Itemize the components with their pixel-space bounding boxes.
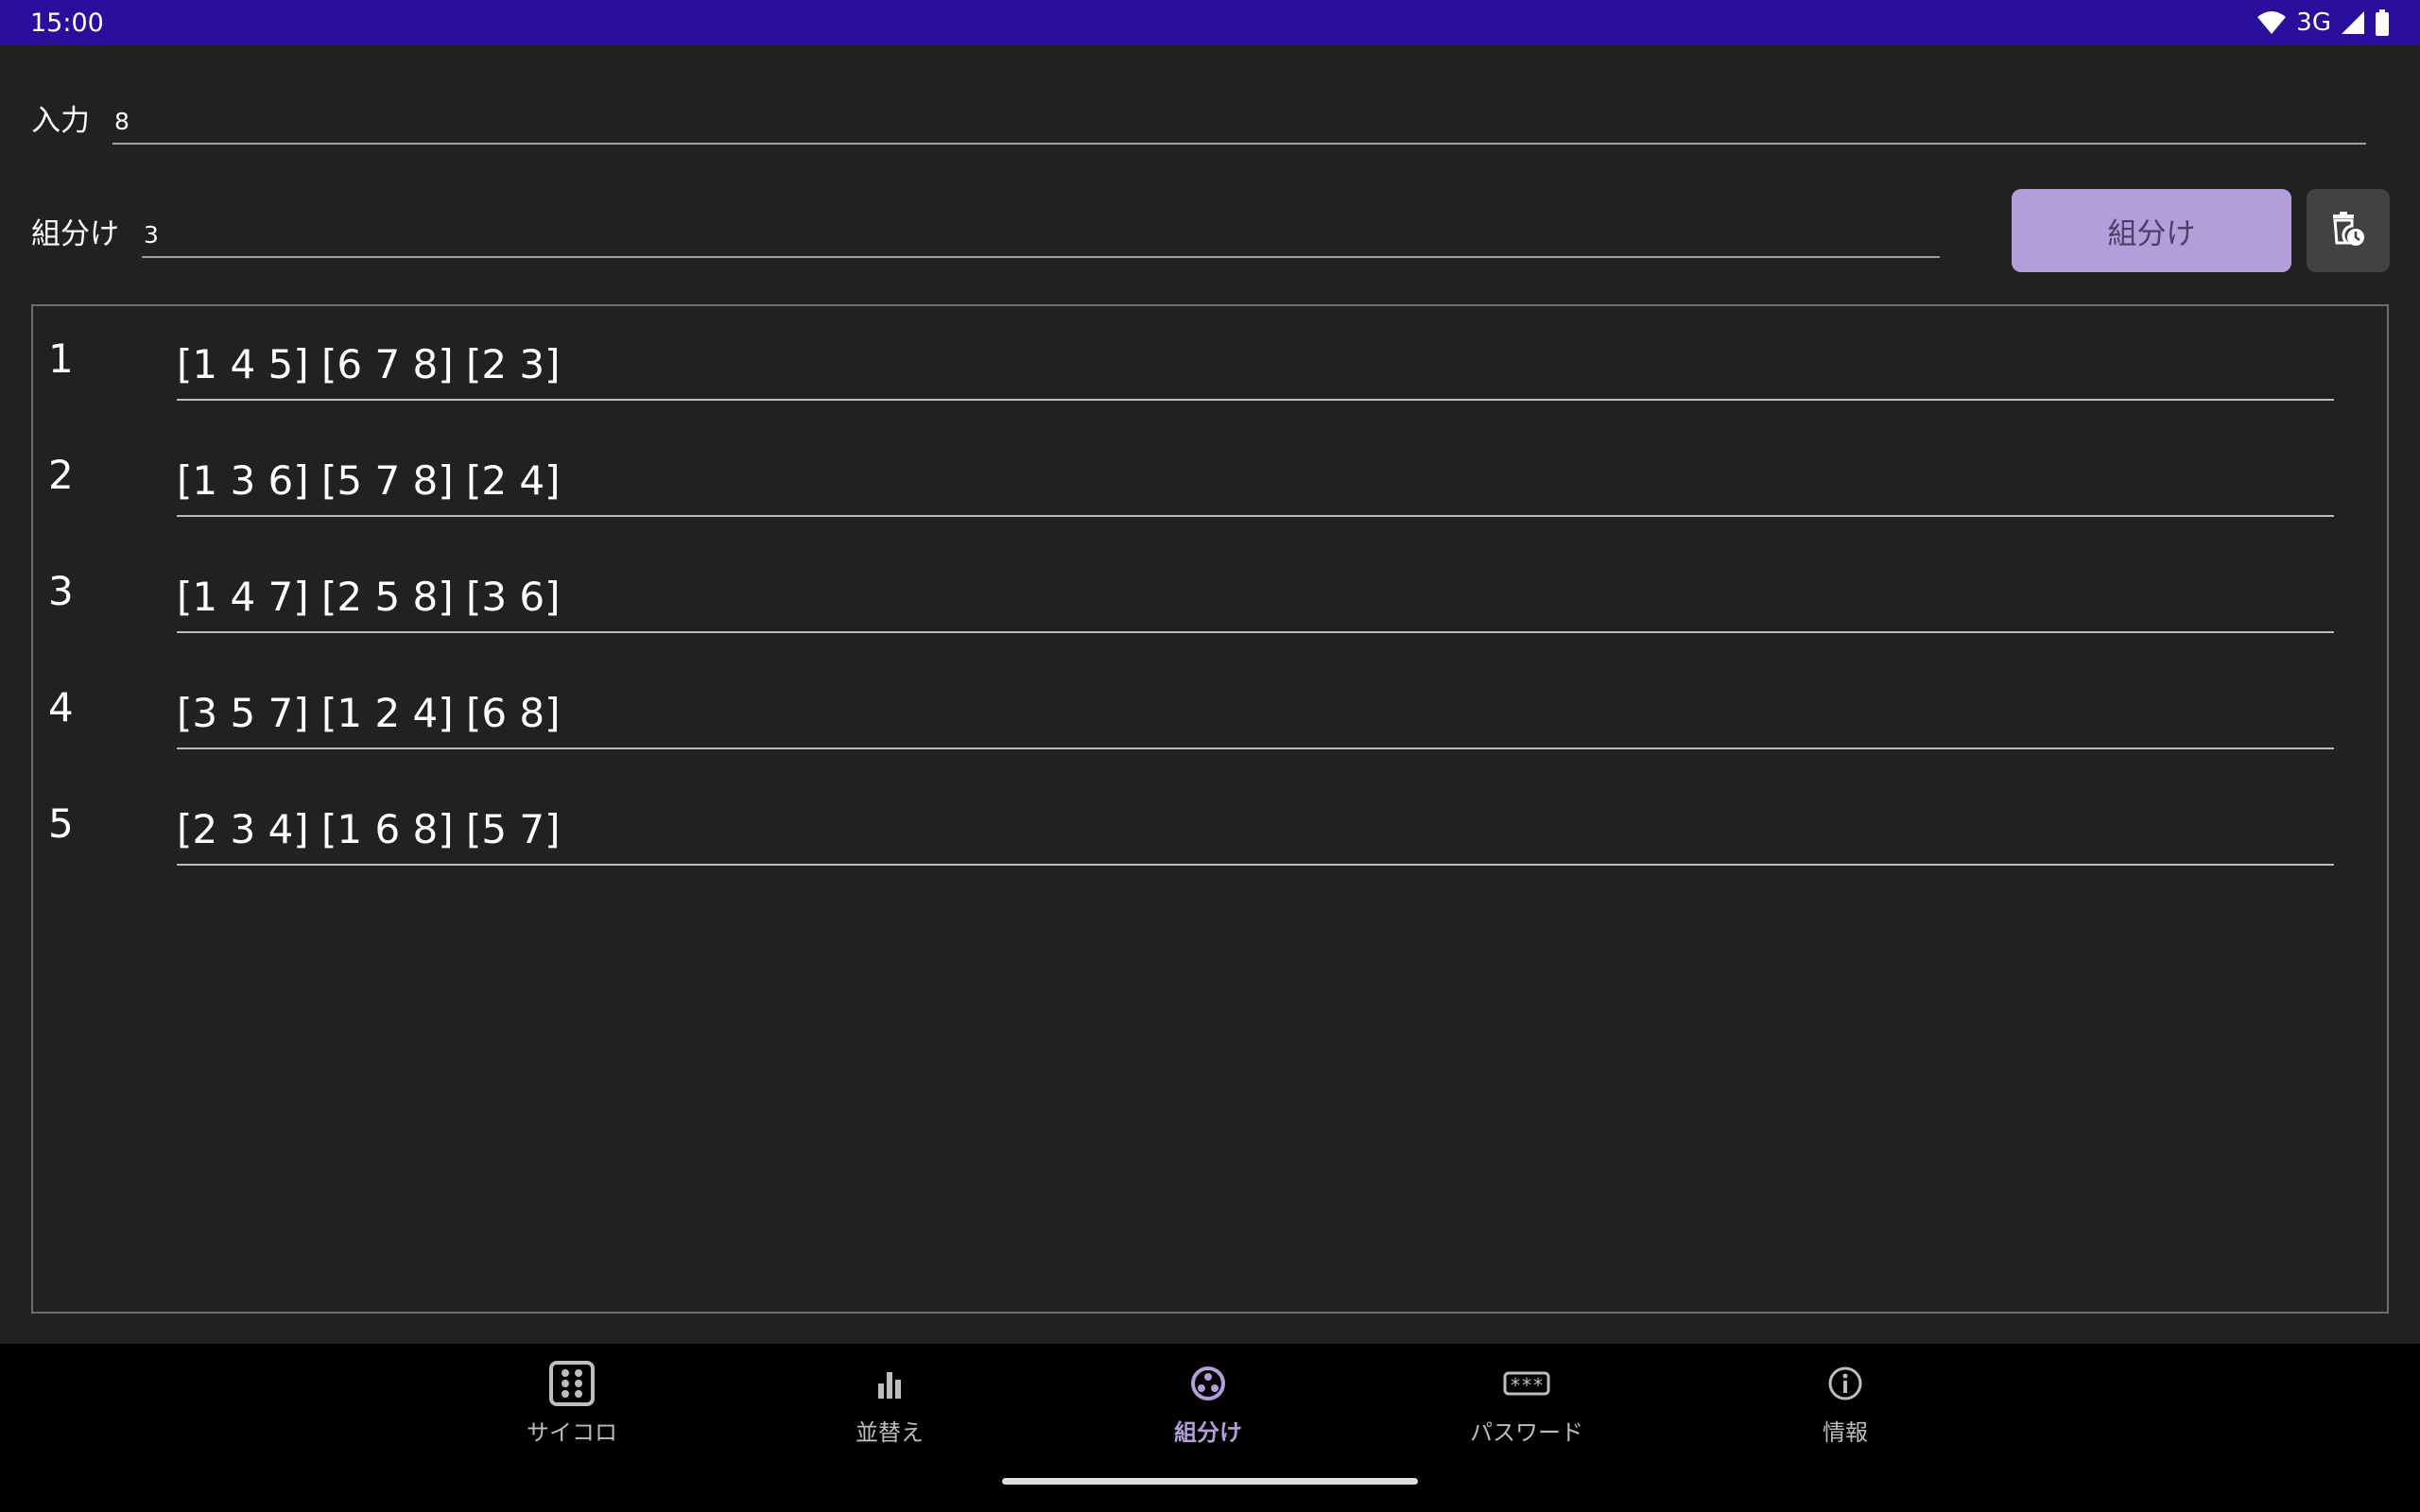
- status-bar: 15:00 3G: [0, 0, 2420, 45]
- results-list: 1 [1 4 5] [6 7 8] [2 3] 2 [1 3 6] [5 7 8…: [31, 304, 2389, 1314]
- nav-group[interactable]: 組分け: [1114, 1357, 1303, 1461]
- split-button[interactable]: 組分け: [2012, 189, 2291, 272]
- nav-sort-label: 並替え: [856, 1419, 924, 1446]
- nav-password-label: パスワード: [1470, 1419, 1583, 1446]
- input-field[interactable]: [112, 99, 2366, 145]
- dice-icon: [549, 1357, 595, 1410]
- clear-history-button[interactable]: [2307, 189, 2390, 272]
- result-row: 4 [3 5 7] [1 2 4] [6 8]: [33, 674, 2387, 749]
- status-time: 15:00: [30, 8, 104, 38]
- nav-info[interactable]: 情報: [1751, 1357, 1940, 1461]
- result-groups: [2 3 4] [1 6 8] [5 7]: [177, 798, 2334, 866]
- svg-text:***: ***: [1510, 1374, 1544, 1397]
- nav-password[interactable]: *** パスワード: [1432, 1357, 1621, 1461]
- result-groups: [1 3 6] [5 7 8] [2 4]: [177, 449, 2334, 517]
- result-index: 2: [48, 452, 74, 498]
- result-row: 2 [1 3 6] [5 7 8] [2 4]: [33, 441, 2387, 517]
- result-row: 3 [1 4 7] [2 5 8] [3 6]: [33, 558, 2387, 633]
- nav-group-label: 組分け: [1174, 1419, 1242, 1446]
- result-index: 1: [48, 335, 74, 382]
- group-count-field[interactable]: [142, 213, 1940, 258]
- home-indicator[interactable]: [1002, 1478, 1418, 1485]
- result-index: 4: [48, 684, 74, 730]
- cell-signal-icon: [2341, 10, 2365, 35]
- result-row: 1 [1 4 5] [6 7 8] [2 3]: [33, 325, 2387, 401]
- status-icons: 3G: [2256, 9, 2390, 37]
- result-row: 5 [2 3 4] [1 6 8] [5 7]: [33, 790, 2387, 866]
- nav-dice[interactable]: サイコロ: [477, 1357, 666, 1461]
- clear-history-icon: [2329, 211, 2367, 251]
- battery-icon: [2375, 9, 2390, 36]
- info-icon: [1826, 1357, 1864, 1410]
- group-count-row: 組分け: [31, 210, 1940, 258]
- result-groups: [3 5 7] [1 2 4] [6 8]: [177, 681, 2334, 749]
- input-label: 入力: [31, 104, 90, 138]
- password-icon: ***: [1503, 1357, 1550, 1410]
- result-groups: [1 4 7] [2 5 8] [3 6]: [177, 565, 2334, 633]
- result-index: 5: [48, 800, 74, 847]
- network-type: 3G: [2296, 9, 2331, 37]
- input-row: 入力: [31, 96, 2366, 145]
- nav-sort[interactable]: 並替え: [795, 1357, 984, 1461]
- result-index: 3: [48, 568, 74, 614]
- bottom-navigation: サイコロ 並替え 組分け *** パスワード 情報: [0, 1344, 2420, 1512]
- nav-info-label: 情報: [1823, 1419, 1868, 1446]
- group-count-label: 組分け: [31, 217, 119, 251]
- group-icon: [1189, 1357, 1227, 1410]
- nav-dice-label: サイコロ: [527, 1419, 617, 1446]
- result-groups: [1 4 5] [6 7 8] [2 3]: [177, 333, 2334, 401]
- bar-chart-icon: [873, 1357, 907, 1410]
- wifi-icon: [2256, 10, 2287, 35]
